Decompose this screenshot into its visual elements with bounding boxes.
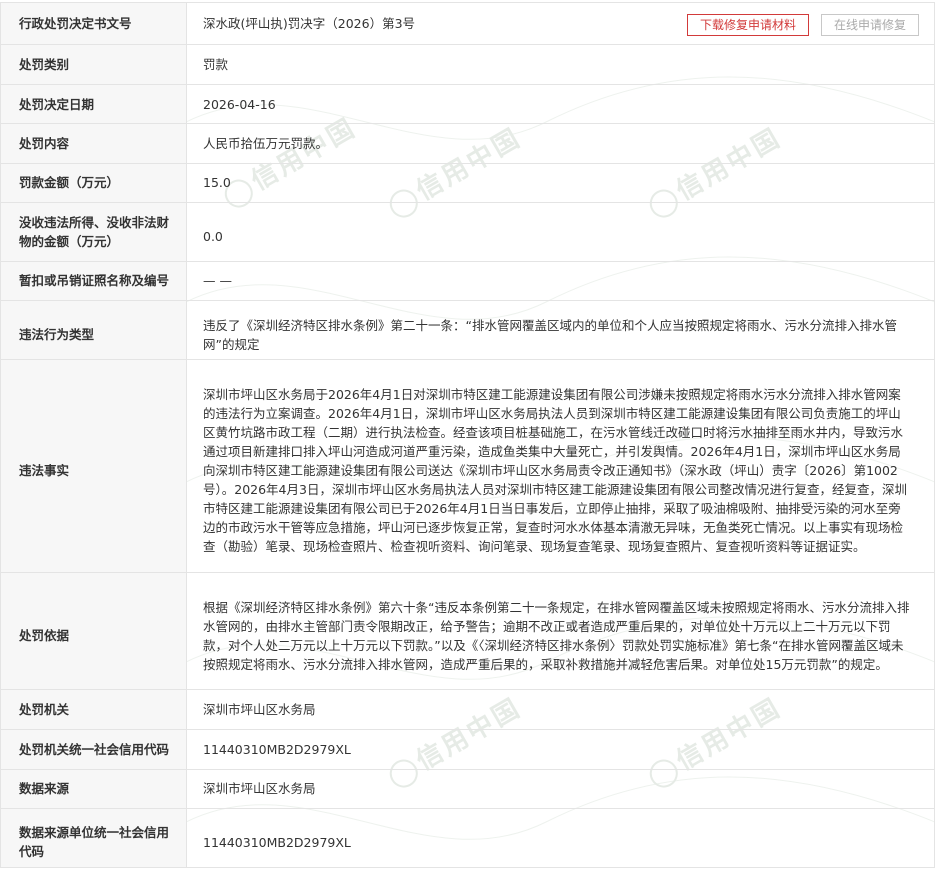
table-row: 罚款金额（万元） 15.0 xyxy=(0,162,935,203)
row-label: 数据来源 xyxy=(0,768,187,809)
penalty-detail-panel: 信用中国 信用中国 信用中国 信用中国 信用中国 行政处罚决定书文号 深水政(坪… xyxy=(0,1,935,869)
row-label: 处罚内容 xyxy=(0,123,187,164)
table-row: 违法事实 深圳市坪山区水务局于2026年4月1日对深圳市特区建工能源建设集团有限… xyxy=(0,359,935,573)
row-label: 处罚类别 xyxy=(0,44,187,86)
row-value: 罚款 xyxy=(186,44,935,86)
row-label: 罚款金额（万元） xyxy=(0,162,187,203)
row-label: 处罚机关 xyxy=(0,689,187,731)
row-value: — — xyxy=(186,260,935,301)
table-row: 数据来源单位统一社会信用代码 11440310MB2D2979XL xyxy=(0,807,935,869)
row-label: 暂扣或吊销证照名称及编号 xyxy=(0,260,187,301)
row-value: 深圳市坪山区水务局 xyxy=(186,768,935,809)
download-repair-materials-button[interactable]: 下载修复申请材料 xyxy=(686,14,809,36)
penalty-info-table: 行政处罚决定书文号 深水政(坪山执)罚决字（2026）第3号 下载修复申请材料 … xyxy=(0,1,935,869)
table-row: 处罚决定日期 2026-04-16 xyxy=(0,84,935,125)
row-value-cell: 深水政(坪山执)罚决字（2026）第3号 下载修复申请材料 在线申请修复 xyxy=(186,1,935,46)
row-label: 没收违法所得、没收非法财物的金额（万元） xyxy=(0,201,187,262)
online-repair-apply-button[interactable]: 在线申请修复 xyxy=(820,14,919,36)
row-label: 违法行为类型 xyxy=(0,299,187,361)
row-value: 根据《深圳经济特区排水条例》第六十条“违反本条例第二十一条规定，在排水管网覆盖区… xyxy=(186,571,935,691)
decision-number: 深水政(坪山执)罚决字（2026）第3号 xyxy=(203,16,416,32)
table-row: 暂扣或吊销证照名称及编号 — — xyxy=(0,260,935,301)
table-row: 处罚类别 罚款 xyxy=(0,44,935,86)
row-value: 深圳市坪山区水务局 xyxy=(186,689,935,731)
row-value: 深圳市坪山区水务局于2026年4月1日对深圳市特区建工能源建设集团有限公司涉嫌未… xyxy=(186,359,935,573)
row-value: 11440310MB2D2979XL xyxy=(186,729,935,770)
row-label: 违法事实 xyxy=(0,359,187,573)
table-row: 处罚内容 人民币拾伍万元罚款。 xyxy=(0,123,935,164)
table-row: 违法行为类型 违反了《深圳经济特区排水条例》第二十一条：“排水管网覆盖区域内的单… xyxy=(0,299,935,361)
row-label: 处罚依据 xyxy=(0,571,187,691)
table-row: 行政处罚决定书文号 深水政(坪山执)罚决字（2026）第3号 下载修复申请材料 … xyxy=(0,1,935,46)
table-row: 数据来源 深圳市坪山区水务局 xyxy=(0,768,935,809)
table-row: 处罚依据 根据《深圳经济特区排水条例》第六十条“违反本条例第二十一条规定，在排水… xyxy=(0,571,935,691)
row-value: 2026-04-16 xyxy=(186,84,935,125)
row-value: 11440310MB2D2979XL xyxy=(186,807,935,869)
table-row: 处罚机关 深圳市坪山区水务局 xyxy=(0,689,935,731)
row-value: 0.0 xyxy=(186,201,935,262)
table-row: 没收违法所得、没收非法财物的金额（万元） 0.0 xyxy=(0,201,935,262)
row-value: 违反了《深圳经济特区排水条例》第二十一条：“排水管网覆盖区域内的单位和个人应当按… xyxy=(186,299,935,361)
row-label: 行政处罚决定书文号 xyxy=(0,1,187,46)
table-row: 处罚机关统一社会信用代码 11440310MB2D2979XL xyxy=(0,729,935,770)
row-label: 处罚机关统一社会信用代码 xyxy=(0,729,187,770)
row-label: 处罚决定日期 xyxy=(0,84,187,125)
row-value: 15.0 xyxy=(186,162,935,203)
row-value: 人民币拾伍万元罚款。 xyxy=(186,123,935,164)
row-label: 数据来源单位统一社会信用代码 xyxy=(0,807,187,869)
